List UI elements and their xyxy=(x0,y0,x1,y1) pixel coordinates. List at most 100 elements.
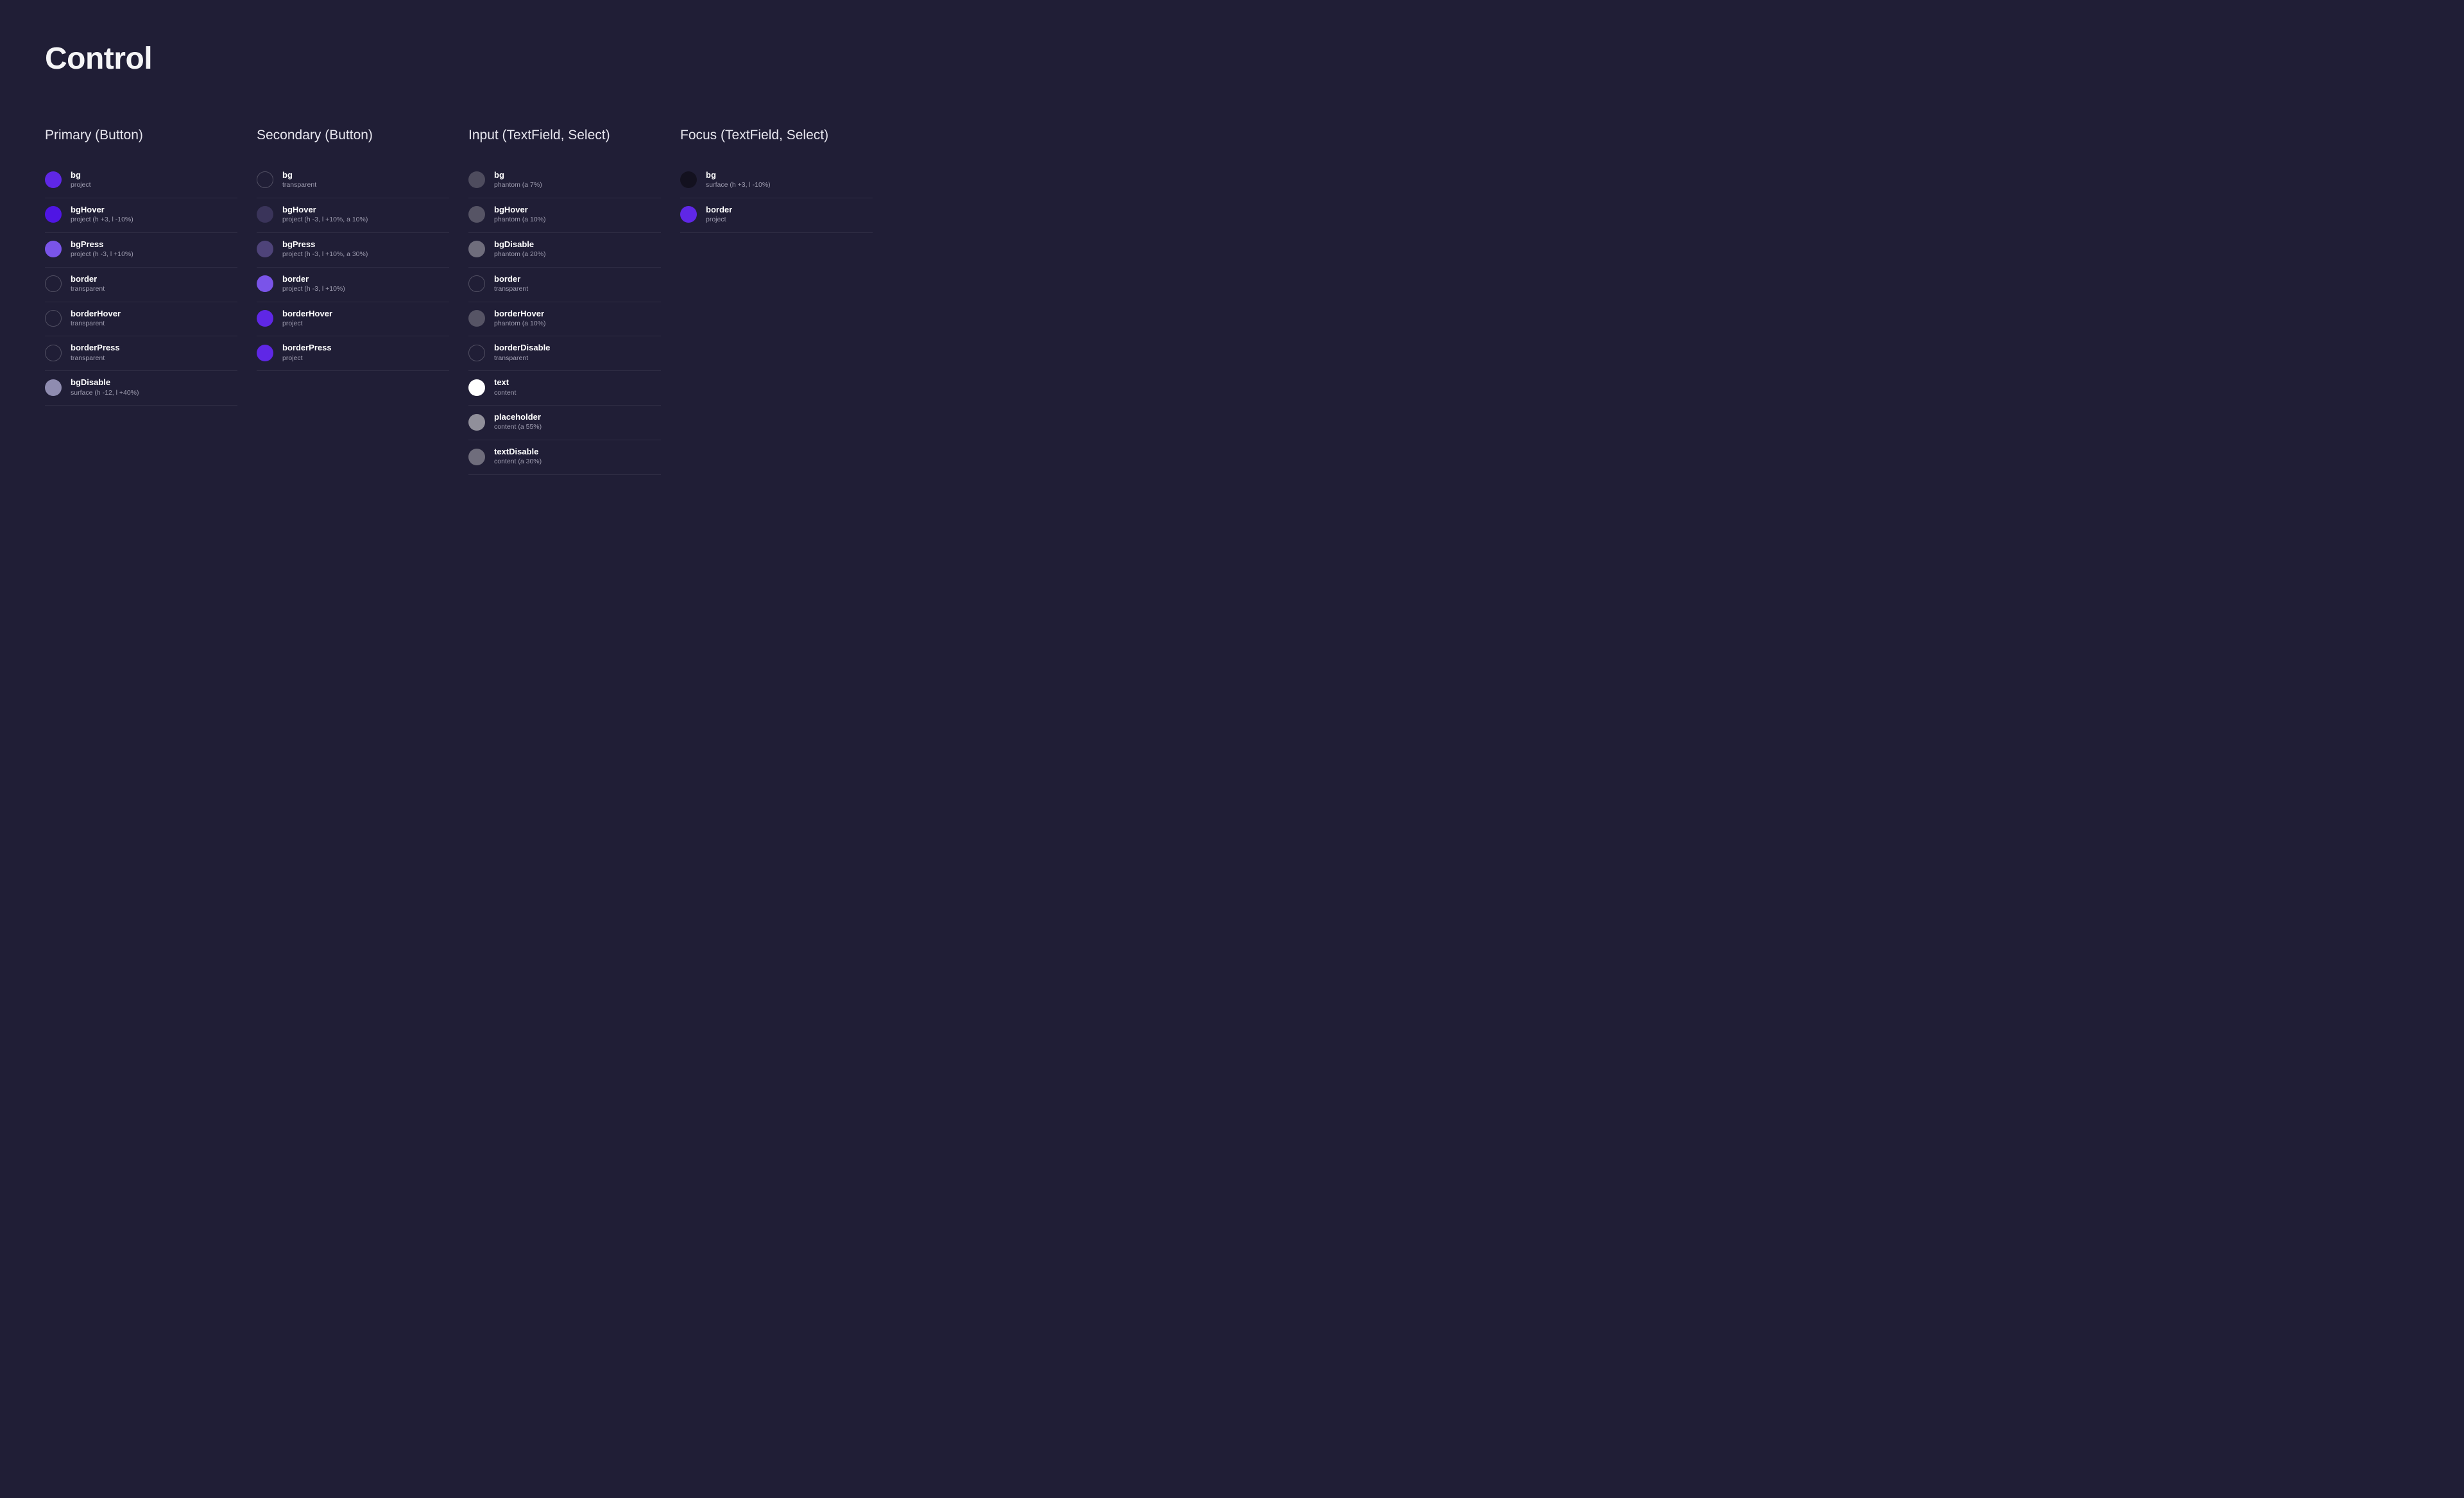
token-row: borderDisabletransparent xyxy=(468,336,661,371)
token-row: bgPressproject (h -3, l +10%) xyxy=(45,233,237,268)
swatch-icon xyxy=(468,414,485,431)
token-row: bgDisablesurface (h -12, l +40%) xyxy=(45,371,237,406)
swatch-icon xyxy=(680,171,697,188)
swatch-icon xyxy=(257,206,273,223)
token-row: borderHovertransparent xyxy=(45,302,237,337)
section-focus: Focus (TextField, Select) bgsurface (h +… xyxy=(680,128,873,475)
swatch-icon xyxy=(468,275,485,292)
swatch-icon xyxy=(468,206,485,223)
token-row: bgsurface (h +3, l -10%) xyxy=(680,164,873,198)
token-name: borderHover xyxy=(282,309,332,319)
token-desc: project xyxy=(71,181,91,190)
token-name: bgPress xyxy=(282,239,368,250)
swatch-icon xyxy=(468,345,485,361)
token-name: borderPress xyxy=(71,343,120,353)
section-heading: Secondary (Button) xyxy=(257,128,449,143)
token-name: border xyxy=(706,205,732,215)
token-name: bgDisable xyxy=(494,239,546,250)
token-name: border xyxy=(282,274,345,284)
token-row: borderPressproject xyxy=(257,336,449,371)
token-desc: transparent xyxy=(494,354,550,363)
swatch-icon xyxy=(45,206,62,223)
token-name: border xyxy=(494,274,528,284)
token-desc: transparent xyxy=(71,320,121,329)
token-desc: phantom (a 20%) xyxy=(494,250,546,259)
section-heading: Primary (Button) xyxy=(45,128,237,143)
token-desc: project (h -3, l +10%) xyxy=(282,285,345,294)
section-secondary: Secondary (Button) bgtransparent bgHover… xyxy=(257,128,449,475)
token-desc: phantom (a 10%) xyxy=(494,320,546,329)
token-row: bordertransparent xyxy=(468,268,661,302)
swatch-icon xyxy=(680,206,697,223)
swatch-icon xyxy=(257,171,273,188)
token-row: bordertransparent xyxy=(45,268,237,302)
token-desc: content xyxy=(494,389,516,398)
swatch-icon xyxy=(45,345,62,361)
swatch-icon xyxy=(45,275,62,292)
section-primary: Primary (Button) bgproject bgHoverprojec… xyxy=(45,128,237,475)
token-name: bgPress xyxy=(71,239,133,250)
swatch-icon xyxy=(468,310,485,327)
token-desc: project xyxy=(282,354,332,363)
token-desc: transparent xyxy=(494,285,528,294)
token-name: bgHover xyxy=(282,205,368,215)
token-desc: content (a 55%) xyxy=(494,423,542,432)
token-desc: project (h +3, l -10%) xyxy=(71,216,133,225)
swatch-icon xyxy=(257,275,273,292)
token-row: borderproject (h -3, l +10%) xyxy=(257,268,449,302)
swatch-icon xyxy=(257,241,273,257)
token-name: border xyxy=(71,274,105,284)
token-name: borderPress xyxy=(282,343,332,353)
swatch-icon xyxy=(468,171,485,188)
sections-container: Primary (Button) bgproject bgHoverprojec… xyxy=(45,128,879,475)
token-name: borderHover xyxy=(71,309,121,319)
token-name: bgHover xyxy=(71,205,133,215)
token-name: text xyxy=(494,377,516,388)
token-name: textDisable xyxy=(494,447,542,457)
swatch-icon xyxy=(468,379,485,396)
token-desc: project (h -3, l +10%) xyxy=(71,250,133,259)
token-desc: transparent xyxy=(71,354,120,363)
token-name: bg xyxy=(71,170,91,180)
token-name: bgHover xyxy=(494,205,546,215)
token-row: textcontent xyxy=(468,371,661,406)
token-row: textDisablecontent (a 30%) xyxy=(468,440,661,475)
token-desc: content (a 30%) xyxy=(494,458,542,467)
token-desc: transparent xyxy=(71,285,105,294)
token-desc: phantom (a 7%) xyxy=(494,181,542,190)
token-row: bgphantom (a 7%) xyxy=(468,164,661,198)
token-desc: transparent xyxy=(282,181,316,190)
token-row: bgtransparent xyxy=(257,164,449,198)
token-row: bgHoverphantom (a 10%) xyxy=(468,198,661,233)
token-desc: project xyxy=(706,216,732,225)
swatch-icon xyxy=(45,310,62,327)
token-desc: project xyxy=(282,320,332,329)
section-input: Input (TextField, Select) bgphantom (a 7… xyxy=(468,128,661,475)
token-desc: phantom (a 10%) xyxy=(494,216,546,225)
swatch-icon xyxy=(45,379,62,396)
token-name: placeholder xyxy=(494,412,542,422)
token-row: borderHoverphantom (a 10%) xyxy=(468,302,661,337)
token-row: bgDisablephantom (a 20%) xyxy=(468,233,661,268)
token-desc: project (h -3, l +10%, a 10%) xyxy=(282,216,368,225)
token-name: bg xyxy=(494,170,542,180)
token-row: borderPresstransparent xyxy=(45,336,237,371)
swatch-icon xyxy=(257,345,273,361)
page-title: Control xyxy=(45,41,879,76)
section-heading: Focus (TextField, Select) xyxy=(680,128,873,143)
token-desc: surface (h +3, l -10%) xyxy=(706,181,771,190)
swatch-icon xyxy=(257,310,273,327)
token-row: borderproject xyxy=(680,198,873,233)
token-row: placeholdercontent (a 55%) xyxy=(468,406,661,440)
swatch-icon xyxy=(468,449,485,465)
token-desc: surface (h -12, l +40%) xyxy=(71,389,139,398)
token-name: borderDisable xyxy=(494,343,550,353)
swatch-icon xyxy=(45,241,62,257)
section-heading: Input (TextField, Select) xyxy=(468,128,661,143)
swatch-icon xyxy=(45,171,62,188)
token-name: borderHover xyxy=(494,309,546,319)
token-row: bgHoverproject (h +3, l -10%) xyxy=(45,198,237,233)
token-name: bg xyxy=(706,170,771,180)
swatch-icon xyxy=(468,241,485,257)
token-row: bgHoverproject (h -3, l +10%, a 10%) xyxy=(257,198,449,233)
